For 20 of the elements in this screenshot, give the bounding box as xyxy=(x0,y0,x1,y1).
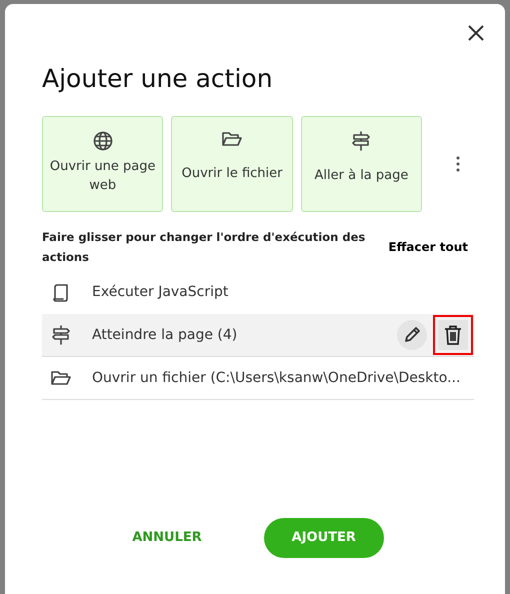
clear-all-button[interactable]: Effacer tout xyxy=(388,238,468,256)
dialog-title: Ajouter une action xyxy=(42,63,274,94)
action-row[interactable]: Ouvrir un fichier (C:\Users\ksanw\OneDrive\Deskto... xyxy=(42,357,474,400)
signpost-icon xyxy=(351,131,372,151)
action-tile[interactable]: Aller à la page xyxy=(300,116,422,212)
action-tile[interactable]: Ouvrir le fichier xyxy=(171,116,293,212)
folder-icon xyxy=(51,370,71,386)
action-row[interactable]: Exécuter JavaScript xyxy=(42,271,474,314)
cancel-button[interactable]: ANNULER xyxy=(126,527,208,549)
action-tile[interactable]: Ouvrir une page web xyxy=(42,116,164,212)
folder-icon xyxy=(222,131,242,147)
scroll-icon xyxy=(53,282,69,303)
signpost-icon xyxy=(51,325,71,346)
kebab-menu-icon xyxy=(456,156,460,172)
action-row[interactable]: Atteindre la page (4) xyxy=(42,314,474,358)
globe-icon xyxy=(92,131,113,151)
trash-icon xyxy=(444,325,462,346)
pencil-icon xyxy=(403,326,421,344)
instruction-text: Faire glisser pour changer l'ordre d'exécution des actions xyxy=(42,229,366,266)
edit-button[interactable] xyxy=(397,320,427,350)
